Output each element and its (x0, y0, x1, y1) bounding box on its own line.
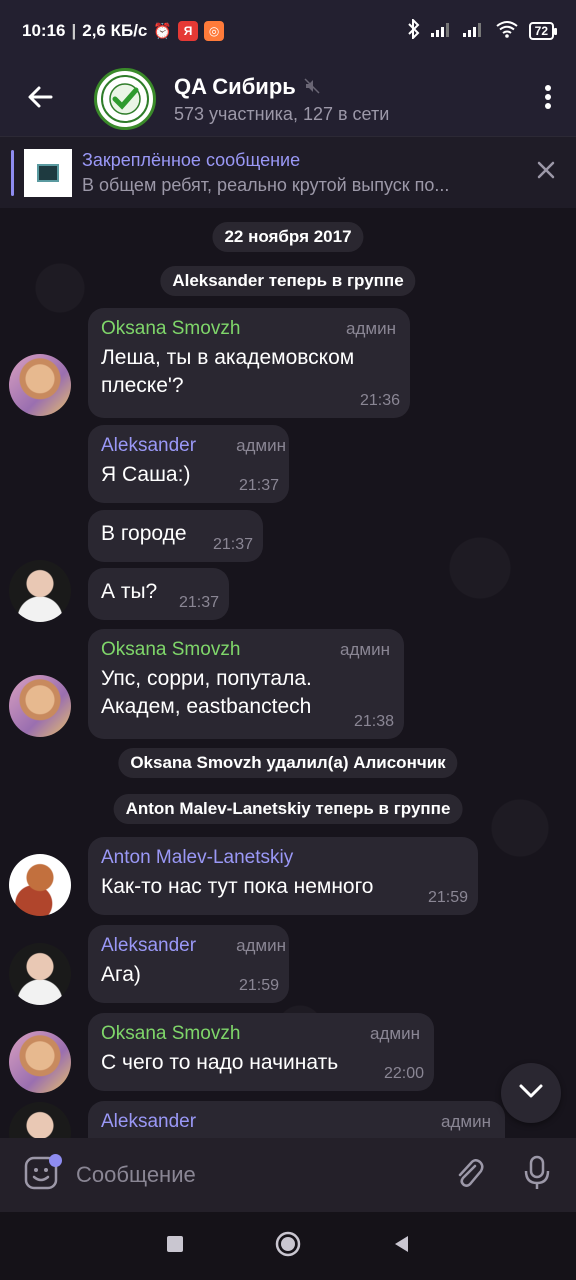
arrow-left-icon (27, 85, 53, 114)
status-bar: 10:16 | 2,6 КБ/с ⏰ Я ◎ 72 (0, 0, 576, 62)
microphone-icon (523, 1155, 551, 1196)
message-bubble[interactable]: Anton Malev-Lanetskiy Как-то нас тут пок… (88, 837, 478, 915)
battery-icon: 72 (528, 22, 558, 40)
sender-name[interactable]: Anton Malev-Lanetskiy (101, 847, 293, 869)
message-time: 21:38 (353, 713, 394, 730)
admin-badge: админ (346, 319, 396, 338)
approved-badge-icon (101, 75, 149, 123)
sender-name[interactable]: Aleksander (101, 435, 196, 457)
message-time: 21:36 (359, 392, 400, 409)
pinned-text: В общем ребят, реально крутой выпуск по.… (82, 174, 450, 195)
avatar-aleksander[interactable] (9, 560, 71, 622)
status-time: 10:16 (22, 21, 66, 40)
message-text-line: Как-то нас тут пока немного (101, 875, 374, 898)
signal-icon-2 (462, 21, 485, 42)
chat-subtitle: 573 участника, 127 в сети (174, 103, 390, 124)
service-message-join: Aleksander теперь в группе (160, 266, 416, 296)
avatar-anton[interactable] (9, 854, 71, 916)
avatar-aleksander[interactable] (9, 1102, 71, 1138)
chevron-down-icon (518, 1083, 544, 1104)
admin-badge: админ (236, 936, 287, 955)
sender-name[interactable]: Aleksander (101, 935, 196, 957)
admin-badge: админ (236, 436, 287, 455)
message-bubble[interactable]: Aleksander админ (88, 1101, 505, 1138)
bluetooth-icon (407, 17, 421, 44)
status-speed: 2,6 КБ/с (82, 21, 148, 40)
message-bubble[interactable]: В городе 21:37 (88, 510, 263, 562)
admin-badge: админ (370, 1024, 420, 1043)
new-indicator-dot (49, 1154, 62, 1167)
message-text-line: Академ, eastbanctech (101, 695, 312, 718)
yandex-icon: Я (178, 21, 199, 41)
pinned-title: Закреплённое сообщение (82, 149, 301, 170)
avatar-aleksander[interactable] (9, 943, 71, 1005)
message-bubble[interactable]: Aleksander админ Я Саша:) 21:37 (88, 425, 289, 503)
more-vertical-icon (544, 84, 552, 115)
recents-button[interactable] (166, 1235, 184, 1258)
wifi-icon (495, 20, 519, 43)
sender-name[interactable]: Oksana Smovzh (101, 639, 240, 661)
pinned-close-button[interactable] (534, 161, 558, 185)
close-icon (537, 161, 555, 184)
admin-badge: админ (441, 1112, 491, 1131)
message-time: 21:59 (427, 889, 468, 906)
scroll-down-button[interactable] (501, 1063, 561, 1123)
message-time: 21:37 (178, 594, 219, 611)
message-text-line: Леша, ты в академовском (101, 346, 355, 369)
message-input[interactable]: Сообщение (76, 1162, 448, 1188)
sender-name[interactable]: Aleksander (101, 1111, 196, 1133)
voice-record-button[interactable] (516, 1154, 558, 1196)
pinned-message[interactable]: Закреплённое сообщение В общем ребят, ре… (0, 136, 576, 208)
attach-button[interactable] (448, 1154, 490, 1196)
back-button[interactable] (0, 62, 80, 136)
avatar-oksana[interactable] (9, 675, 71, 737)
app-notification-icon: ◎ (204, 21, 225, 41)
sender-name[interactable]: Oksana Smovzh (101, 1023, 240, 1045)
sticker-button[interactable] (20, 1154, 62, 1196)
message-input-bar: Сообщение (0, 1138, 576, 1212)
signal-icon (430, 21, 453, 42)
avatar-oksana[interactable] (9, 354, 71, 416)
message-text-line: Упс, сорри, попутала. (101, 667, 312, 690)
message-time: 22:00 (383, 1065, 424, 1082)
more-menu-button[interactable] (520, 62, 576, 136)
message-text-line: С чего то надо начинать (101, 1051, 339, 1074)
group-avatar[interactable] (94, 68, 156, 130)
chat-header: QA Сибирь 573 участника, 127 в сети (0, 62, 576, 136)
message-bubble[interactable]: А ты? 21:37 (88, 568, 229, 620)
message-time: 21:37 (238, 477, 279, 494)
message-bubble[interactable]: Oksana Smovzh админ Леша, ты в академовс… (88, 308, 410, 418)
home-button[interactable] (274, 1230, 302, 1263)
chat-title[interactable]: QA Сибирь (174, 74, 296, 100)
paperclip-icon (453, 1156, 485, 1195)
date-divider: 22 ноября 2017 (212, 222, 364, 252)
pinned-thumbnail (24, 148, 72, 197)
system-navigation-bar (0, 1212, 576, 1280)
message-time: 21:37 (212, 536, 253, 553)
message-list[interactable]: 22 ноября 2017 Aleksander теперь в групп… (0, 208, 576, 1138)
sender-name[interactable]: Oksana Smovzh (101, 318, 240, 340)
message-bubble[interactable]: Oksana Smovzh админ Упс, сорри, попутала… (88, 629, 404, 739)
message-bubble[interactable]: Aleksander админ Ага) 21:59 (88, 925, 289, 1003)
pinned-indicator (11, 149, 14, 196)
message-text-line: плеске'? (101, 374, 184, 397)
back-nav-button[interactable] (392, 1234, 410, 1259)
muted-icon (304, 74, 320, 100)
admin-badge: админ (340, 640, 390, 659)
service-message-delete: Oksana Smovzh удалил(а) Алисончик (118, 748, 458, 778)
message-time: 21:59 (238, 977, 279, 994)
alarm-off-icon: ⏰ (153, 23, 173, 40)
avatar-oksana[interactable] (9, 1031, 71, 1093)
message-bubble[interactable]: Oksana Smovzh админ С чего то надо начин… (88, 1013, 434, 1091)
service-message-join: Anton Malev-Lanetskiy теперь в группе (113, 794, 463, 824)
